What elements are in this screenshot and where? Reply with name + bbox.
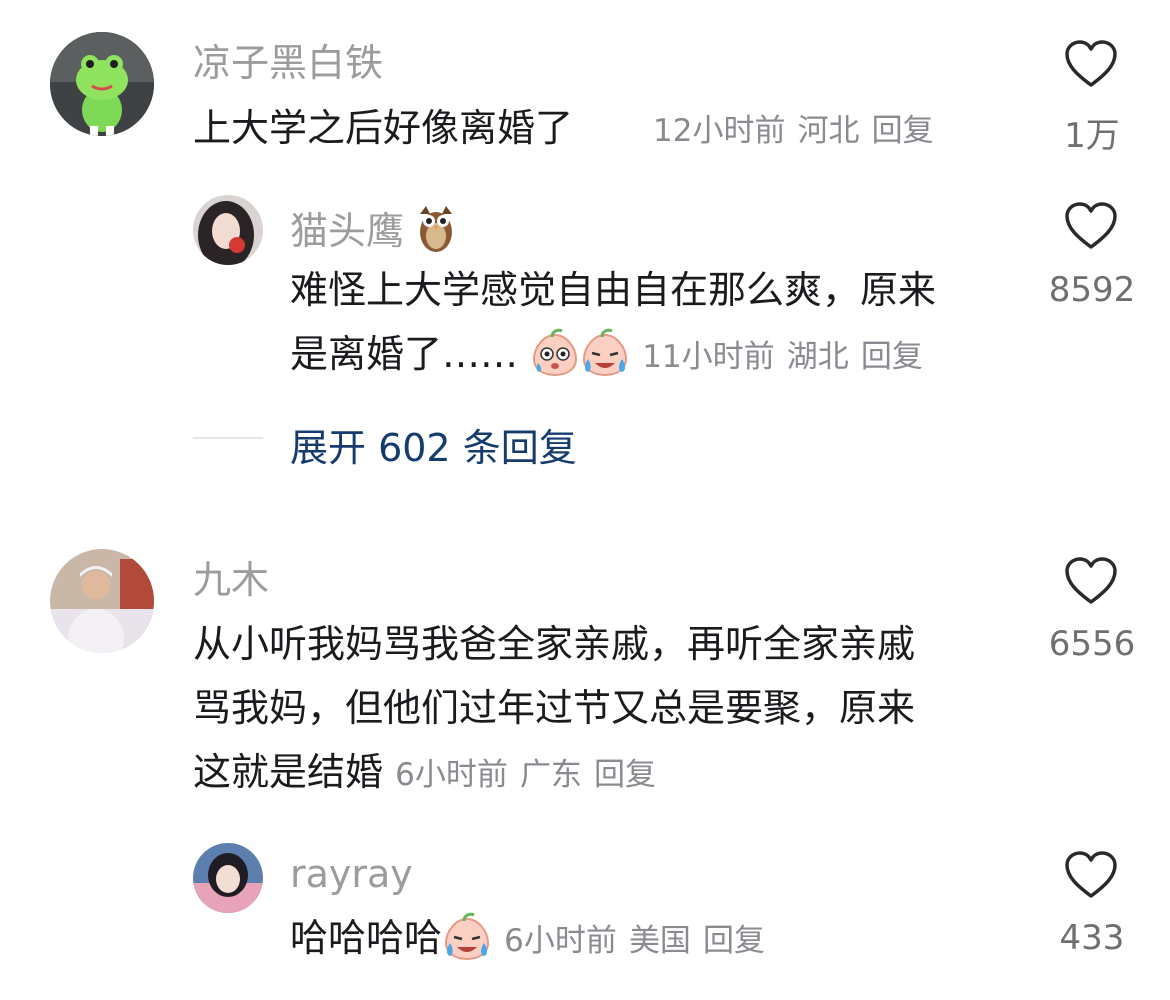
comment-region: 河北	[797, 113, 860, 149]
comment-text-line: 骂我妈，但他们过年过节又总是要聚，原来	[193, 686, 916, 730]
owl-emoji	[420, 206, 453, 252]
comment-text: 上大学之后好像离婚了 12小时前 河北 回复	[193, 96, 934, 163]
heart-outline-icon	[1065, 557, 1117, 604]
like-button[interactable]	[1064, 557, 1120, 607]
reply-username: 猫头鹰	[290, 202, 456, 254]
girl-avatar-image	[193, 843, 263, 913]
heart-outline-icon	[1065, 851, 1117, 898]
like-button[interactable]	[1064, 851, 1120, 901]
crying-peach-emoji	[445, 912, 490, 961]
like-count: 433	[1059, 918, 1125, 958]
comment-region: 广东	[519, 757, 582, 793]
frog-avatar-image	[50, 32, 154, 136]
avatar[interactable]	[50, 32, 154, 136]
reply-region: 湖北	[786, 339, 849, 375]
avatar[interactable]	[50, 549, 154, 653]
reply-text-line: 是离婚了……	[290, 332, 519, 376]
comment-username[interactable]: 凉子黑白铁	[193, 44, 383, 82]
heart-outline-icon	[1065, 40, 1117, 87]
reply-time: 11小时前	[642, 339, 775, 375]
like-count: 8592	[1048, 270, 1136, 310]
heart-outline-icon	[1065, 202, 1117, 249]
reply-button[interactable]: 回复	[594, 757, 656, 793]
sweat-peach-emoji	[533, 328, 578, 377]
comment-username[interactable]: 九木	[193, 561, 269, 599]
girl-avatar-image	[193, 195, 263, 265]
comment-text: 从小听我妈骂我爸全家亲戚，再听全家亲戚 骂我妈，但他们过年过节又总是要聚，原来 …	[193, 612, 1013, 807]
crying-peach-emoji	[583, 328, 628, 377]
avatar[interactable]	[193, 195, 263, 265]
reply-text: 难怪上大学感觉自由自在那么爽，原来 是离婚了…… 11小时前 湖北 回复	[290, 258, 1020, 389]
avatar[interactable]	[193, 843, 263, 913]
man-avatar-image	[50, 549, 154, 653]
reply-button[interactable]: 回复	[872, 113, 934, 149]
reply-time: 6小时前	[504, 923, 617, 959]
expand-replies-button[interactable]: 展开 602 条回复	[290, 417, 577, 472]
comment-time: 6小时前	[395, 757, 508, 793]
reply-username-text[interactable]: 猫头鹰	[290, 209, 404, 253]
expand-divider	[193, 437, 263, 439]
reply-region: 美国	[628, 923, 691, 959]
comment-text-line: 这就是结婚	[193, 750, 384, 794]
comment-time: 12小时前	[653, 113, 786, 149]
reply-button[interactable]: 回复	[703, 923, 765, 959]
comment-text-line: 从小听我妈骂我爸全家亲戚，再听全家亲戚	[193, 622, 916, 666]
comment-text-content: 上大学之后好像离婚了	[193, 106, 574, 150]
reply-text: 哈哈哈哈 6小时前 美国 回复	[290, 906, 765, 973]
reply-button[interactable]: 回复	[861, 339, 923, 375]
like-button[interactable]	[1064, 40, 1120, 90]
reply-text-line: 难怪上大学感觉自由自在那么爽，原来	[290, 268, 937, 312]
like-count: 6556	[1048, 624, 1136, 664]
reply-username[interactable]: rayray	[290, 855, 413, 893]
like-count: 1万	[1064, 116, 1120, 156]
reply-text-content: 哈哈哈哈	[290, 916, 443, 960]
like-button[interactable]	[1064, 202, 1120, 252]
